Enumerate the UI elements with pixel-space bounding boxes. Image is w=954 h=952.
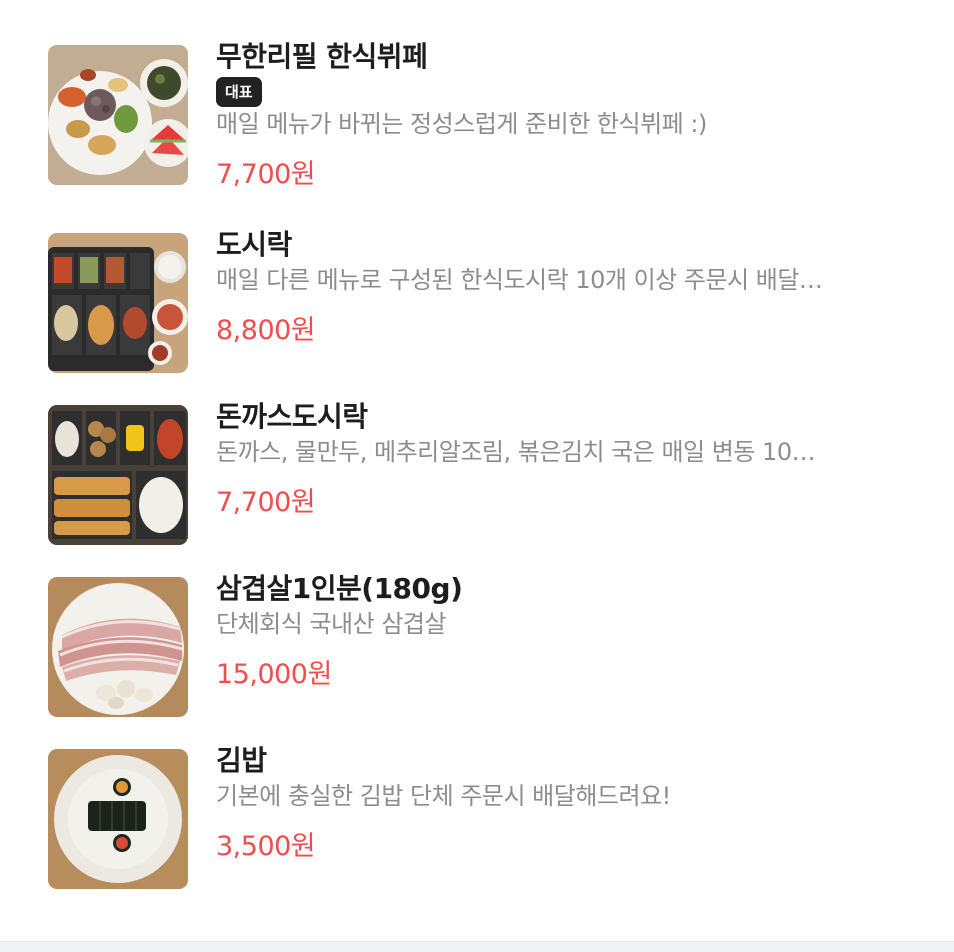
menu-item-description: 기본에 충실한 김밥 단체 주문시 배달해드려요! <box>216 782 671 810</box>
menu-item[interactable]: 무한리필 한식뷔페 대표 매일 메뉴가 바뀌는 정성스럽게 준비한 한식뷔페 :… <box>0 40 954 195</box>
signature-badge: 대표 <box>216 77 262 107</box>
menu-item-description: 매일 메뉴가 바뀌는 정성스럽게 준비한 한식뷔페 :) <box>216 110 707 138</box>
gimbap-plate-photo <box>48 749 188 889</box>
menu-item[interactable]: 삼겹살1인분(180g) 단체회식 국내산 삼겹살 15,000원 <box>0 572 954 727</box>
menu-item-info: 무한리필 한식뷔페 대표 매일 메뉴가 바뀌는 정성스럽게 준비한 한식뷔페 :… <box>216 40 916 193</box>
menu-item[interactable]: 돈까스도시락 돈까스, 물만두, 메추리알조림, 볶은김치 국은 매일 변동 1… <box>0 400 954 555</box>
menu-item-info: 삼겹살1인분(180g) 단체회식 국내산 삼겹살 15,000원 <box>216 572 916 693</box>
menu-item-description: 단체회식 국내산 삼겹살 <box>216 610 447 638</box>
menu-item-name: 삼겹살1인분(180g) <box>216 572 463 605</box>
menu-item-price: 7,700원 <box>216 159 316 190</box>
section-divider <box>0 941 954 952</box>
pork-cutlet-lunchbox-photo <box>48 405 188 545</box>
menu-item-info: 돈까스도시락 돈까스, 물만두, 메추리알조림, 볶은김치 국은 매일 변동 1… <box>216 400 916 521</box>
menu-item-info: 도시락 매일 다른 메뉴로 구성된 한식도시락 10개 이상 주문시 배달… 8… <box>216 228 916 349</box>
menu-item-name: 무한리필 한식뷔페 <box>216 40 428 73</box>
pork-belly-plate-photo <box>48 577 188 717</box>
menu-item-name: 김밥 <box>216 744 267 777</box>
menu-item-info: 김밥 기본에 충실한 김밥 단체 주문시 배달해드려요! 3,500원 <box>216 744 916 865</box>
menu-item-name: 돈까스도시락 <box>216 400 368 433</box>
menu-item-price: 15,000원 <box>216 659 332 690</box>
menu-item-price: 7,700원 <box>216 487 316 518</box>
menu-item-price: 8,800원 <box>216 315 316 346</box>
menu-item-description: 매일 다른 메뉴로 구성된 한식도시락 10개 이상 주문시 배달… <box>216 266 823 294</box>
menu-item[interactable]: 도시락 매일 다른 메뉴로 구성된 한식도시락 10개 이상 주문시 배달… 8… <box>0 228 954 383</box>
menu-item-description: 돈까스, 물만두, 메추리알조림, 볶은김치 국은 매일 변동 10… <box>216 438 816 466</box>
menu-item[interactable]: 김밥 기본에 충실한 김밥 단체 주문시 배달해드려요! 3,500원 <box>0 744 954 899</box>
korean-lunchbox-photo <box>48 233 188 373</box>
korean-buffet-plate-photo <box>48 45 188 185</box>
menu-item-price: 3,500원 <box>216 831 316 862</box>
menu-item-name: 도시락 <box>216 228 292 261</box>
